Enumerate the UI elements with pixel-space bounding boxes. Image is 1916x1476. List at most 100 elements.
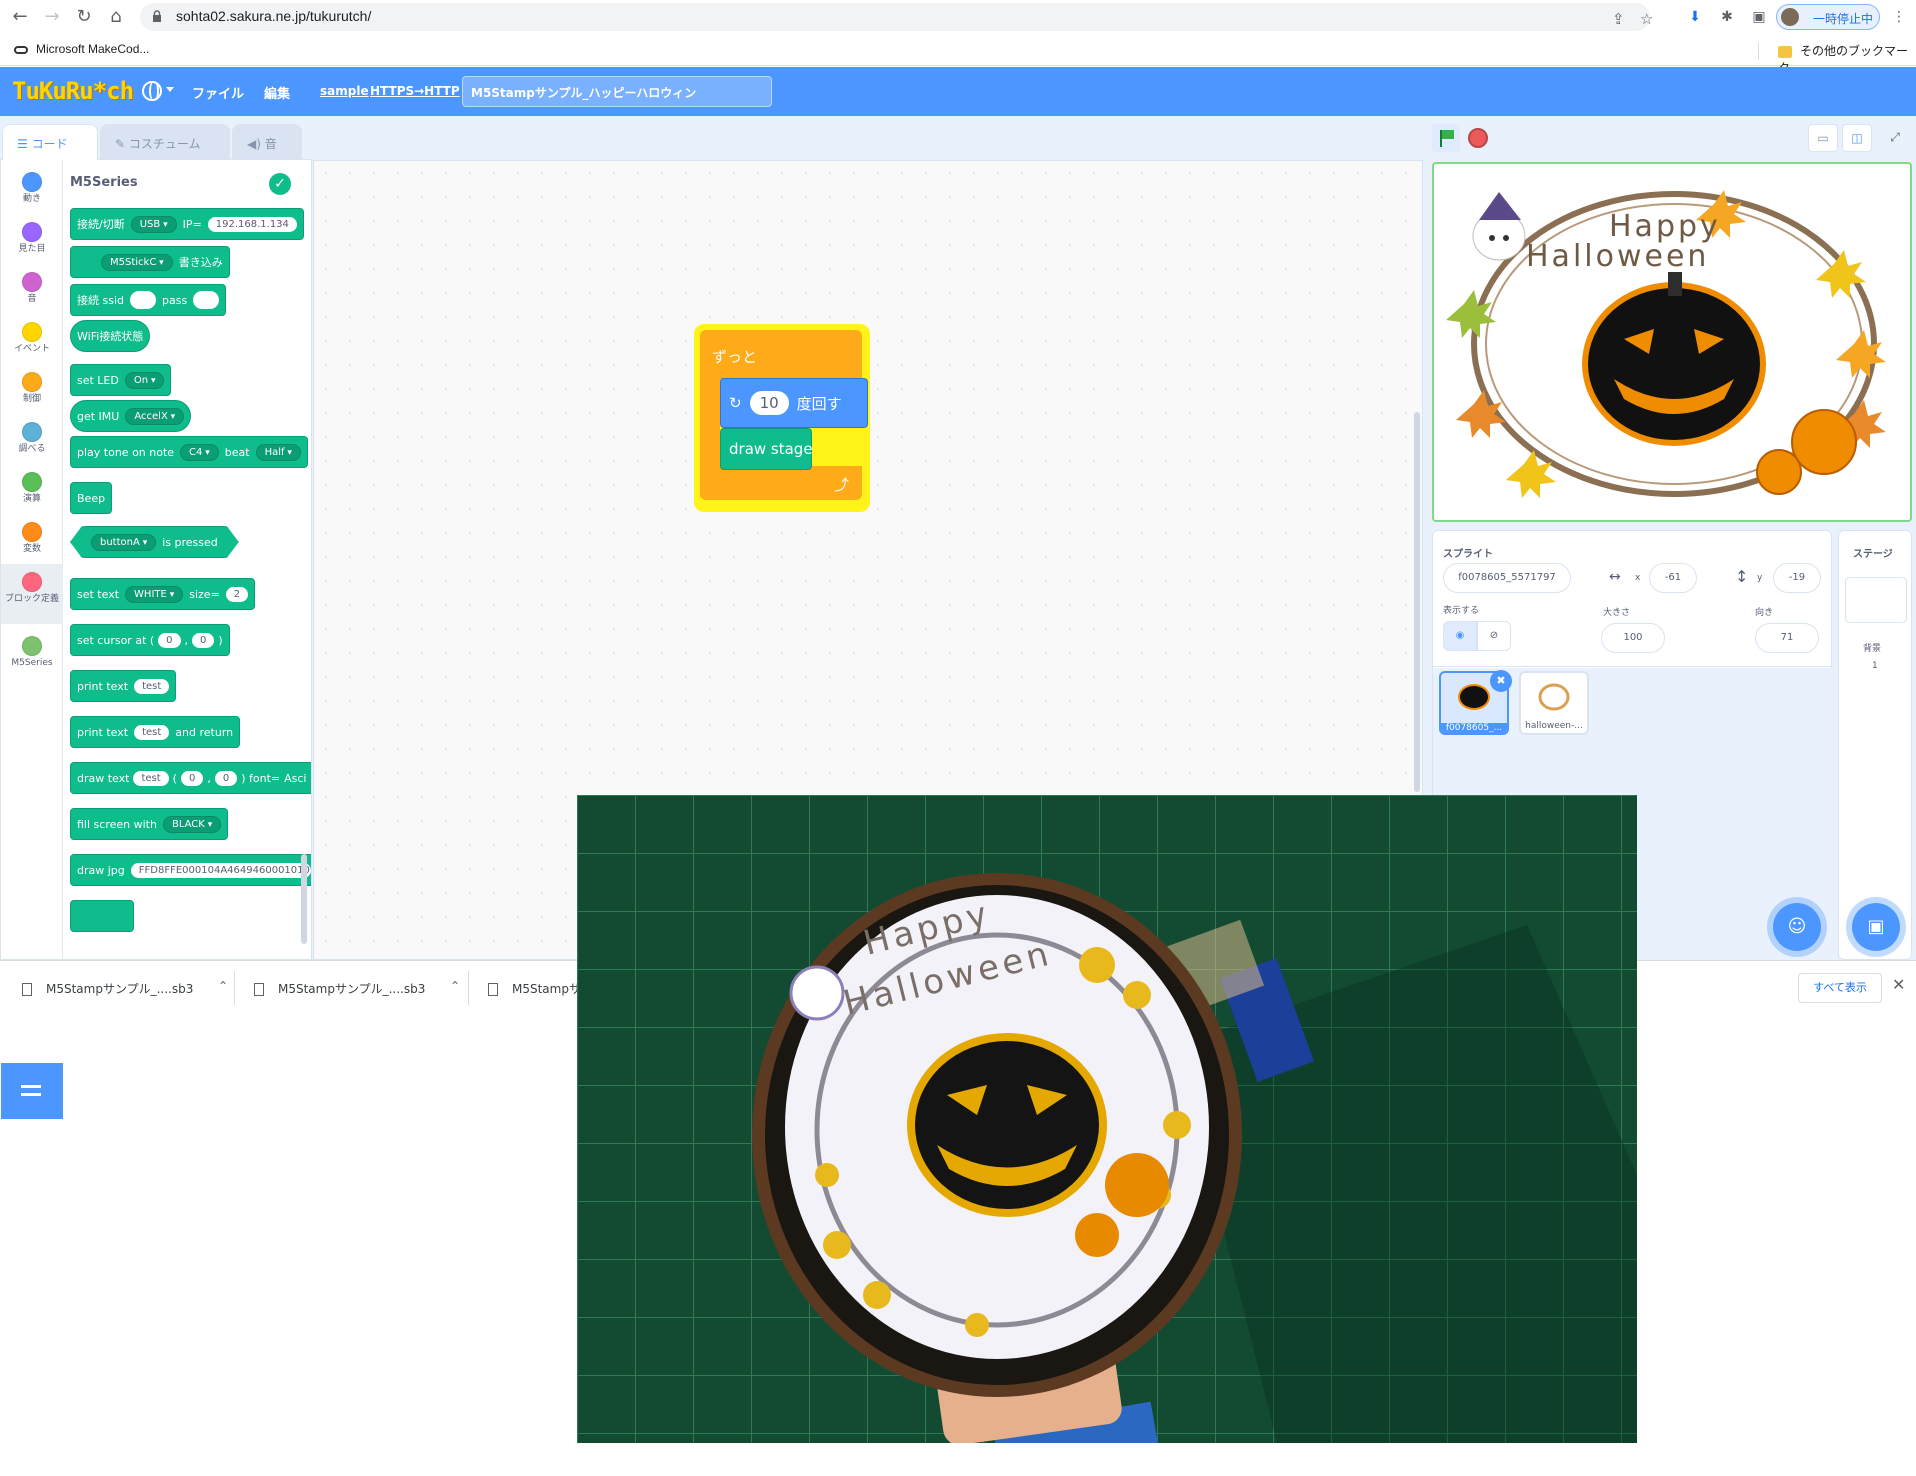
connect-mode-dropdown[interactable]: USB xyxy=(130,215,177,233)
block-print-text-return[interactable]: print text test and return xyxy=(70,716,241,748)
menu-edit[interactable]: 編集 xyxy=(264,83,290,102)
extensions-puzzle-icon[interactable]: ✱ xyxy=(1716,6,1738,28)
draw-y-input[interactable]: 0 xyxy=(214,770,238,786)
print-text-input[interactable]: test xyxy=(134,678,170,694)
show-eye-icon[interactable]: ◉ xyxy=(1443,621,1477,651)
kebab-menu-icon[interactable]: ⋮ xyxy=(1888,6,1910,28)
repeat-block[interactable]: ↻ 10 度回す xyxy=(720,378,868,428)
block-get-imu[interactable]: get IMU AccelX xyxy=(70,400,192,432)
note-dropdown[interactable]: C4 xyxy=(180,443,219,461)
size-input[interactable]: 100 xyxy=(1601,623,1665,653)
stop-icon[interactable] xyxy=(1468,128,1488,148)
category-events[interactable]: イベント xyxy=(1,314,63,364)
tab-code[interactable]: ☰ コード xyxy=(2,124,98,160)
block-fill-screen[interactable]: fill screen with BLACK xyxy=(70,808,229,840)
sidepanel-icon[interactable]: ▣ xyxy=(1748,6,1770,28)
forward-arrow-icon[interactable]: → xyxy=(40,5,64,29)
font-dropdown[interactable]: Asci xyxy=(284,772,306,785)
backdrop-thumbnail[interactable] xyxy=(1845,577,1907,623)
block-set-cursor[interactable]: set cursor at (0, 0) xyxy=(70,624,230,656)
stage-canvas[interactable]: Happy Halloween xyxy=(1432,162,1912,522)
block-beep[interactable]: Beep xyxy=(70,482,113,514)
show-all-button[interactable]: すべて表示 xyxy=(1798,973,1882,1003)
block-print-text[interactable]: print text test xyxy=(70,670,177,702)
app-logo[interactable]: TuKuRu*ch xyxy=(12,77,134,105)
add-extension-button[interactable] xyxy=(1,1063,63,1119)
direction-input[interactable]: 71 xyxy=(1755,623,1819,653)
hide-eye-icon[interactable]: ⊘ xyxy=(1477,621,1511,651)
green-flag-icon[interactable] xyxy=(1432,124,1460,152)
bookmark-makecode[interactable]: Microsoft MakeCod... xyxy=(14,42,149,56)
print-text-input[interactable]: test xyxy=(134,724,170,740)
flyout-scrollbar[interactable] xyxy=(301,854,307,944)
chevron-up-icon[interactable]: ⌃ xyxy=(450,979,460,993)
beat-dropdown[interactable]: Half xyxy=(255,443,301,461)
link-sample[interactable]: sample xyxy=(320,84,369,98)
workspace-scrollbar[interactable] xyxy=(1414,412,1420,792)
reload-icon[interactable]: ↻ xyxy=(72,5,96,29)
forever-block[interactable]: ずっと ⤴ ↻ 10 度回す draw stage xyxy=(694,324,870,512)
sprite-name-input[interactable]: f0078605_5571797 xyxy=(1443,563,1571,593)
size-input[interactable]: 2 xyxy=(225,586,249,602)
category-m5series[interactable]: M5Series xyxy=(1,628,63,678)
stage-target-pane[interactable]: ステージ 背景 1 ▣ xyxy=(1838,530,1912,960)
category-sensing[interactable]: 調べる xyxy=(1,414,63,464)
category-my-blocks[interactable]: ブロック定義 xyxy=(1,564,63,624)
download-item-2[interactable]: M5Stampサンプル_....sb3 ⌃ xyxy=(254,961,464,1015)
draw-x-input[interactable]: 0 xyxy=(180,770,204,786)
block-wifi-status[interactable]: WiFi接続状態 xyxy=(70,320,151,352)
check-icon[interactable]: ✓ xyxy=(269,173,291,195)
star-icon[interactable]: ☆ xyxy=(1640,10,1653,28)
tab-costume[interactable]: ✎ コスチューム xyxy=(100,124,230,160)
menu-file[interactable]: ファイル xyxy=(192,83,244,102)
download-item-3[interactable]: M5Stampサ xyxy=(488,961,588,1015)
close-icon[interactable]: ✕ xyxy=(1892,975,1905,994)
x-input[interactable]: -61 xyxy=(1649,563,1697,593)
block-write-device[interactable]: M5StickC 書き込み xyxy=(70,246,230,278)
back-arrow-icon[interactable]: ← xyxy=(8,5,32,29)
link-https[interactable]: HTTPS→HTTP xyxy=(370,84,460,98)
fullscreen-icon[interactable]: ⤢ xyxy=(1880,124,1910,152)
url-bar[interactable]: sohta02.sakura.ne.jp/tukurutch/ ⇪ ☆ xyxy=(140,3,1653,31)
draw-text-input[interactable]: test xyxy=(133,770,169,786)
device-dropdown[interactable]: M5StickC xyxy=(101,253,173,271)
download-icon[interactable]: ⬇ xyxy=(1684,6,1706,28)
delete-sprite-icon[interactable]: ✖ xyxy=(1490,670,1512,692)
small-stage-button[interactable]: ▭ xyxy=(1808,124,1838,152)
block-wifi-connect[interactable]: 接続 ssid pass xyxy=(70,284,227,316)
imu-dropdown[interactable]: AccelX xyxy=(125,407,185,425)
cursor-y-input[interactable]: 0 xyxy=(192,632,215,648)
repeat-count-input[interactable]: 10 xyxy=(749,391,789,415)
text-color-dropdown[interactable]: WHITE xyxy=(125,585,184,603)
home-icon[interactable]: ⌂ xyxy=(104,5,128,29)
block-draw-jpg[interactable]: draw jpg FFD8FFE000104A46494600010101 xyxy=(70,854,311,886)
block-connect[interactable]: 接続/切断 USB IP= 192.168.1.134 xyxy=(70,208,304,240)
ip-input[interactable]: 192.168.1.134 xyxy=(207,216,297,232)
globe-icon[interactable] xyxy=(142,81,162,101)
led-dropdown[interactable]: On xyxy=(124,371,165,389)
block-set-led[interactable]: set LED On xyxy=(70,364,172,396)
add-backdrop-icon[interactable]: ▣ xyxy=(1852,903,1900,951)
ssid-input[interactable] xyxy=(130,291,156,309)
block-button-pressed[interactable]: buttonA is pressed xyxy=(70,526,239,558)
download-item-1[interactable]: M5Stampサンプル_....sb3 ⌃ xyxy=(22,961,232,1015)
normal-stage-button[interactable]: ◫ xyxy=(1842,124,1872,152)
button-dropdown[interactable]: buttonA xyxy=(91,534,156,551)
y-input[interactable]: -19 xyxy=(1773,563,1821,593)
category-variables[interactable]: 変数 xyxy=(1,514,63,564)
block-set-text[interactable]: set text WHITE size= 2 xyxy=(70,578,256,610)
category-motion[interactable]: 動き xyxy=(1,164,63,214)
sprite-thumb-halloween[interactable]: halloween-... xyxy=(1519,671,1589,735)
block-play-tone[interactable]: play tone on note C4 beat Half xyxy=(70,436,308,468)
share-icon[interactable]: ⇪ xyxy=(1612,10,1625,28)
profile-paused-button[interactable]: 一時停止中 xyxy=(1776,4,1880,30)
category-looks[interactable]: 見た目 xyxy=(1,214,63,264)
project-title-input[interactable]: M5Stampサンプル_ハッピーハロウィン xyxy=(462,76,772,107)
category-control[interactable]: 制御 xyxy=(1,364,63,414)
add-sprite-cat-icon[interactable]: ☺ xyxy=(1773,903,1821,951)
tab-sound[interactable]: ◀) 音 xyxy=(232,124,302,160)
cursor-x-input[interactable]: 0 xyxy=(158,632,181,648)
pass-input[interactable] xyxy=(193,291,220,309)
category-operators[interactable]: 演算 xyxy=(1,464,63,514)
category-sound[interactable]: 音 xyxy=(1,264,63,314)
